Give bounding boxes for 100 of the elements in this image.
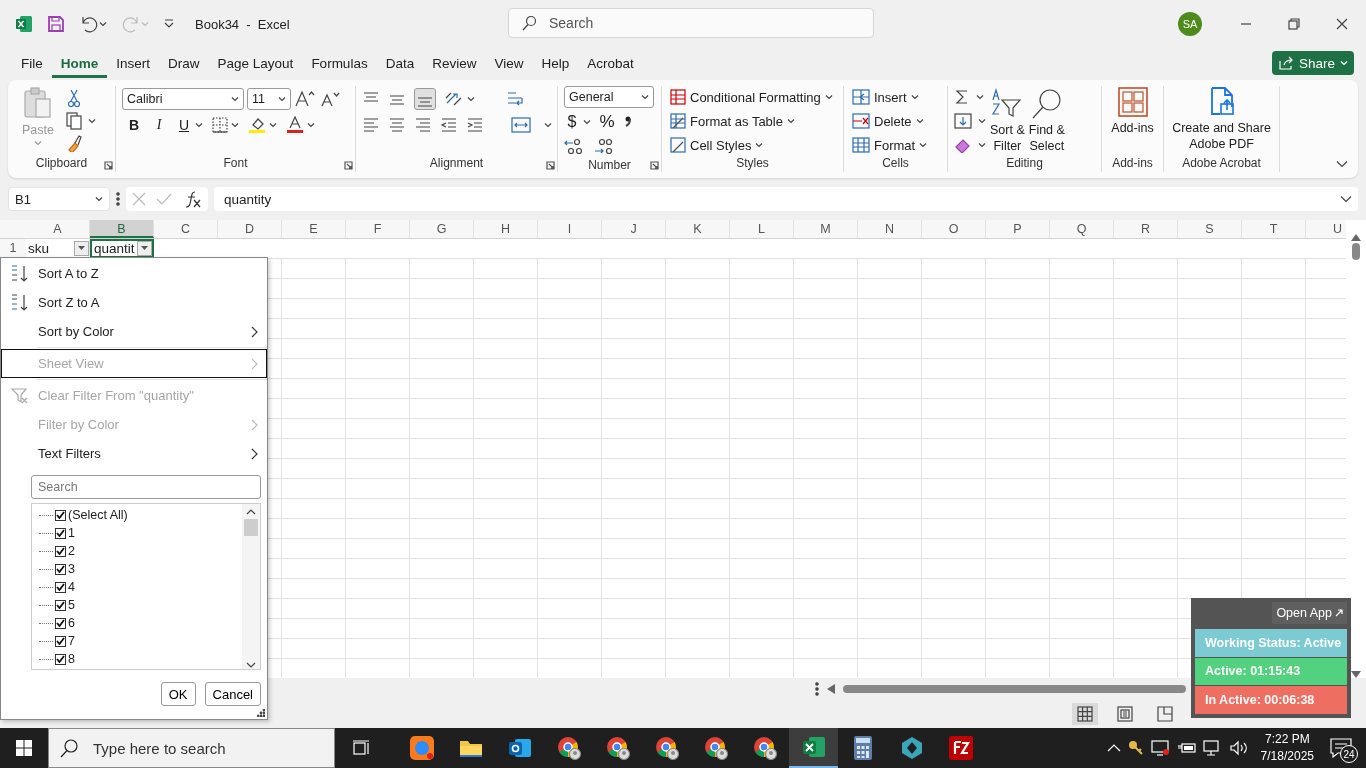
caret-icon[interactable] — [231, 122, 239, 128]
column-header[interactable]: J — [602, 220, 666, 238]
video-app-icon[interactable] — [408, 735, 435, 761]
ribbon-button[interactable]: Delete — [874, 113, 912, 129]
tray-chevron-icon[interactable] — [1106, 743, 1121, 753]
column-header[interactable]: R — [1114, 220, 1178, 238]
scroll-up-icon[interactable] — [1351, 234, 1361, 241]
checkbox[interactable] — [55, 545, 66, 557]
column-header[interactable]: Q — [1050, 220, 1114, 238]
number-format-field[interactable]: General — [564, 86, 654, 108]
calculator-icon[interactable] — [851, 735, 874, 761]
caret-icon[interactable] — [195, 122, 203, 128]
caret-icon[interactable] — [824, 94, 833, 100]
column-header[interactable]: P — [986, 220, 1050, 238]
ftp-app-icon[interactable] — [947, 735, 974, 761]
browser-icon[interactable] — [702, 735, 729, 761]
column-header[interactable]: F — [346, 220, 410, 238]
column-header[interactable]: S — [1178, 220, 1242, 238]
browser-icon[interactable] — [751, 735, 778, 761]
checkbox[interactable] — [55, 599, 66, 611]
ribbon-button[interactable]: Format as Table — [690, 113, 783, 129]
ribbon-tab[interactable]: Insert — [107, 48, 160, 78]
restore-icon[interactable] — [1288, 18, 1300, 30]
caret-icon[interactable] — [915, 118, 924, 124]
spreadsheet-app-icon[interactable] — [800, 735, 827, 759]
decrease-decimal-icon[interactable] — [594, 138, 614, 156]
taskbar-search-field[interactable]: Type here to search — [48, 728, 335, 768]
more-options-icon[interactable] — [116, 192, 120, 206]
clock-time[interactable]: 7:22 PM — [1264, 731, 1310, 748]
decrease-indent-icon[interactable] — [440, 116, 458, 134]
caret-icon[interactable] — [544, 122, 552, 128]
view-button[interactable] — [1072, 703, 1098, 725]
browser-icon[interactable] — [653, 735, 680, 761]
checkbox[interactable] — [55, 563, 66, 575]
dialog-launcher-icon[interactable] — [344, 161, 353, 170]
checkbox[interactable] — [55, 635, 66, 647]
excel-logo-icon[interactable] — [15, 15, 33, 33]
open-app-button[interactable]: Open App — [1272, 602, 1347, 624]
filter-search-field[interactable]: Search — [31, 475, 261, 499]
user-avatar[interactable]: SA — [1178, 12, 1202, 36]
value-label[interactable]: 6 — [68, 616, 75, 630]
italic-button[interactable]: I — [151, 117, 167, 133]
column-header[interactable]: T — [1242, 220, 1306, 238]
value-label[interactable]: 8 — [68, 652, 75, 666]
addins-button[interactable]: Add-ins — [1111, 120, 1154, 136]
battery-icon[interactable] — [1176, 741, 1197, 755]
underline-button[interactable]: U — [176, 117, 192, 133]
caret-icon[interactable] — [755, 142, 764, 148]
eraser-icon[interactable] — [954, 137, 972, 153]
increase-decimal-icon[interactable] — [564, 138, 584, 156]
column-header[interactable]: M — [794, 220, 858, 238]
display-alert-icon[interactable] — [1150, 739, 1171, 757]
caret-icon[interactable] — [467, 96, 475, 102]
menu-item[interactable]: Sort Z to A — [1, 288, 267, 317]
caret-icon[interactable] — [278, 96, 286, 102]
task-view-icon[interactable] — [352, 740, 370, 756]
currency-button[interactable]: $ — [564, 113, 580, 131]
cut-icon[interactable] — [66, 88, 82, 108]
caret-icon[interactable] — [95, 196, 103, 202]
expand-formula-icon[interactable] — [1340, 195, 1352, 203]
comma-style-icon[interactable] — [623, 114, 633, 130]
name-box[interactable]: B1 — [8, 187, 110, 211]
menu-item[interactable]: Text Filters — [1, 439, 267, 468]
column-header[interactable]: L — [730, 220, 794, 238]
column-header[interactable]: K — [666, 220, 730, 238]
mail-app-icon[interactable] — [506, 736, 533, 760]
filter-button[interactable] — [74, 241, 89, 256]
close-icon[interactable] — [1336, 18, 1348, 30]
value-label[interactable]: 5 — [68, 598, 75, 612]
browser-icon[interactable] — [555, 735, 582, 761]
ribbon-button[interactable]: Conditional Formatting — [690, 89, 821, 105]
ribbon-button[interactable]: Format — [874, 137, 916, 153]
value-label[interactable]: 2 — [68, 544, 75, 558]
caret-icon[interactable] — [910, 94, 919, 100]
sort-filter-button[interactable]: Sort & Filter — [990, 122, 1025, 154]
caret-icon[interactable] — [88, 118, 96, 124]
shrink-font-icon[interactable] — [319, 90, 341, 108]
grow-font-icon[interactable] — [294, 90, 316, 108]
scroll-thumb[interactable] — [843, 685, 1186, 693]
value-label[interactable]: 4 — [68, 580, 75, 594]
format-painter-icon[interactable] — [66, 134, 82, 152]
search-field[interactable]: Search — [508, 8, 874, 38]
bold-button[interactable]: B — [126, 117, 142, 133]
collapse-ribbon-icon[interactable] — [1336, 160, 1348, 168]
customize-toolbar-icon[interactable] — [163, 18, 175, 30]
notification-button[interactable]: 24 — [1326, 733, 1356, 763]
undo-icon[interactable] — [79, 15, 99, 33]
caret-icon[interactable] — [641, 94, 649, 100]
scroll-down-icon[interactable] — [1351, 671, 1361, 678]
checkbox[interactable] — [55, 509, 66, 521]
scroll-up-icon[interactable] — [246, 508, 256, 515]
caret-icon[interactable] — [99, 21, 107, 27]
ribbon-tab[interactable]: Acrobat — [578, 48, 643, 78]
checkbox[interactable] — [55, 653, 66, 665]
borders-icon[interactable] — [212, 117, 228, 133]
menu-item[interactable]: Sort by Color — [1, 317, 267, 346]
column-header[interactable]: E — [282, 220, 346, 238]
create-pdf-button[interactable]: Create and Share Adobe PDF — [1172, 120, 1271, 152]
merge-center-icon[interactable] — [510, 116, 532, 134]
dialog-launcher-icon[interactable] — [546, 161, 555, 170]
